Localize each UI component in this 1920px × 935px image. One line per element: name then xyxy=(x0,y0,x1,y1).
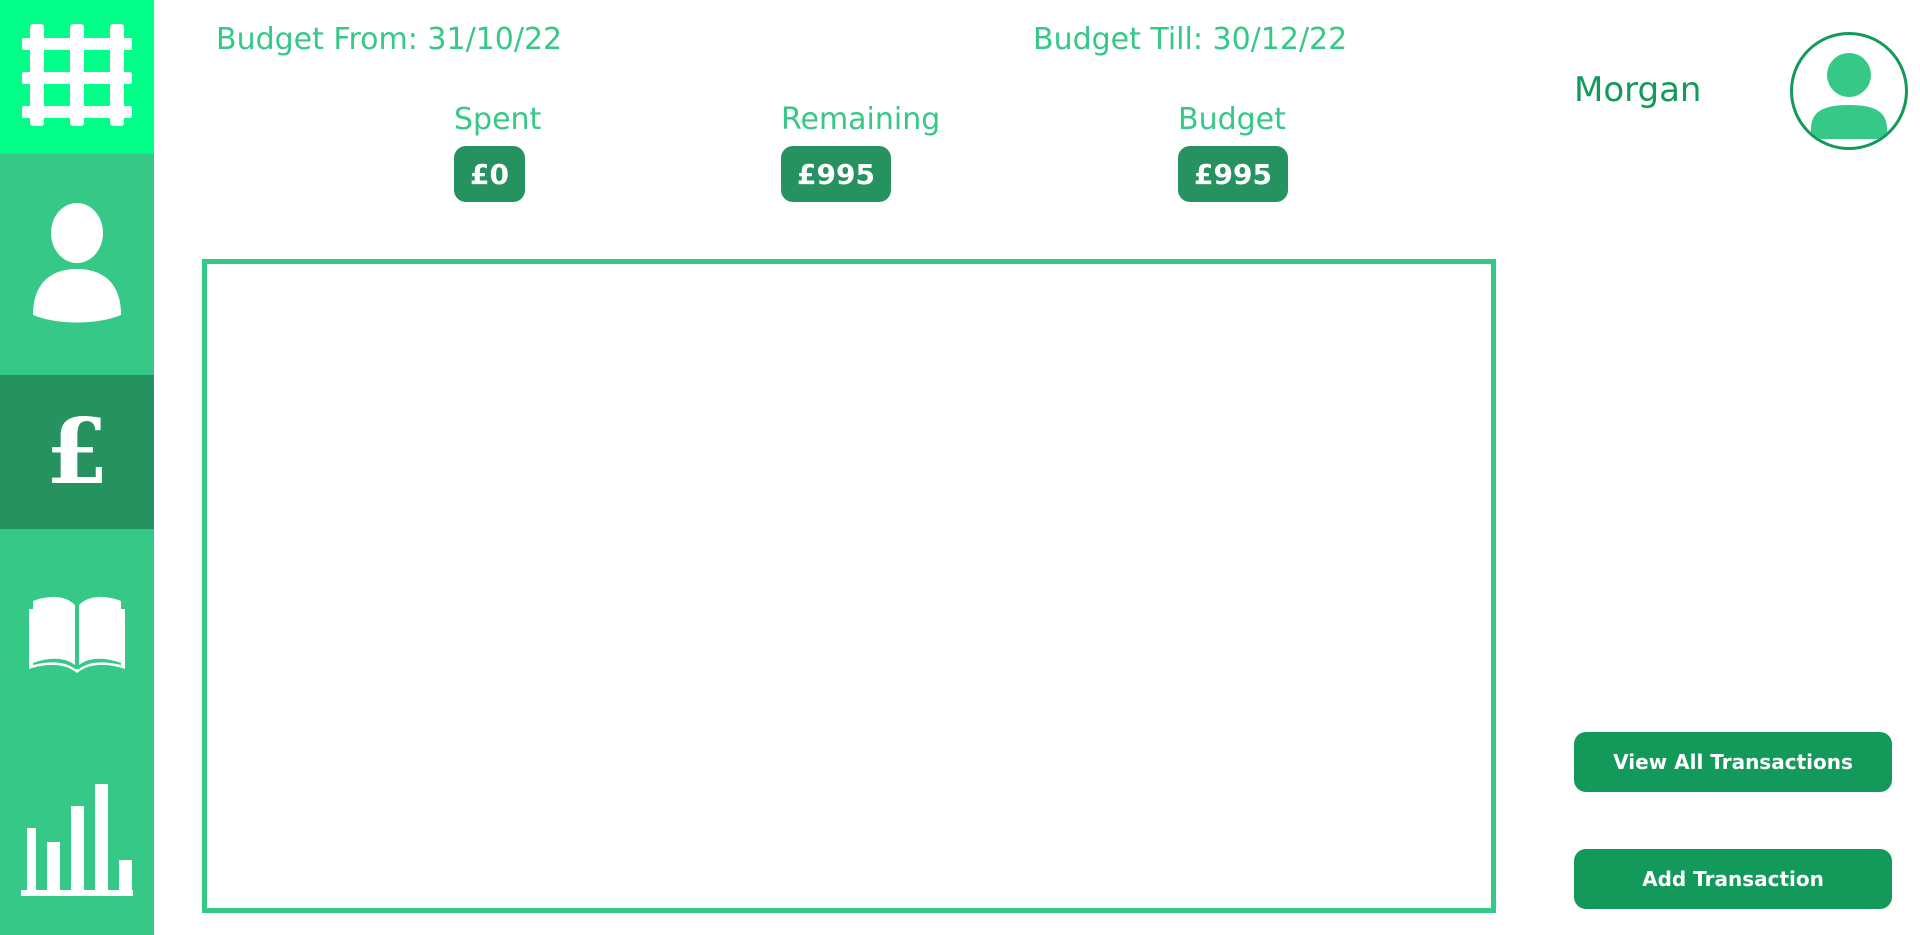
sidebar-item-stats[interactable] xyxy=(0,741,154,935)
budget-label: Budget xyxy=(1178,102,1286,137)
user-icon xyxy=(27,202,127,327)
open-book-icon xyxy=(27,591,127,679)
spent-value: £0 xyxy=(454,146,525,202)
sidebar-item-home[interactable] xyxy=(0,0,154,154)
svg-text:£: £ xyxy=(46,405,109,495)
railway-track-icon xyxy=(12,20,142,134)
spent-label: Spent xyxy=(454,102,542,137)
sidebar-item-guide[interactable] xyxy=(0,529,154,741)
sidebar: £ xyxy=(0,0,154,935)
add-transaction-button[interactable]: Add Transaction xyxy=(1574,849,1892,909)
view-all-transactions-button[interactable]: View All Transactions xyxy=(1574,732,1892,792)
remaining-value: £995 xyxy=(781,146,891,202)
budget-value: £995 xyxy=(1178,146,1288,202)
transactions-chart-area xyxy=(202,259,1496,913)
remaining-label: Remaining xyxy=(781,102,941,137)
user-name: Morgan xyxy=(1574,70,1702,110)
budget-till-label: Budget Till: 30/12/22 xyxy=(1033,22,1348,57)
sidebar-item-profile[interactable] xyxy=(0,154,154,375)
user-avatar-icon xyxy=(1793,35,1905,147)
sidebar-item-budget[interactable]: £ xyxy=(0,375,154,529)
budget-from-label: Budget From: 31/10/22 xyxy=(216,22,563,57)
avatar[interactable] xyxy=(1790,32,1908,150)
bar-chart-icon xyxy=(19,776,135,900)
pound-sign-icon: £ xyxy=(42,399,112,505)
